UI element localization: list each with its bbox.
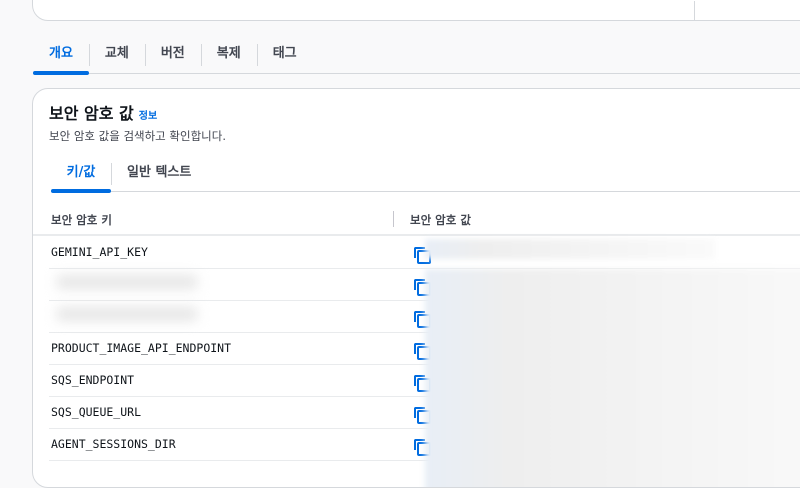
secret-value-panel: 보안 암호 값 정보 보안 암호 값을 검색하고 확인합니다. 키/값 일반 텍스… [32, 88, 800, 488]
table-header: 보안 암호 키 보안 암호 값 [33, 209, 800, 236]
tab-tags[interactable]: 태그 [256, 40, 313, 73]
redacted-values [425, 269, 800, 487]
tab-versions[interactable]: 버전 [144, 40, 201, 73]
secret-key: SQS_ENDPOINT [51, 373, 135, 387]
column-resizer[interactable] [393, 211, 394, 227]
secret-key: AGENT_SESSIONS_DIR [51, 437, 176, 451]
divider [694, 1, 695, 21]
tab-overview[interactable]: 개요 [33, 40, 89, 75]
tab-plaintext[interactable]: 일반 텍스트 [111, 159, 207, 191]
info-link[interactable]: 정보 [139, 111, 157, 122]
redacted-key [57, 275, 197, 289]
panel-description: 보안 암호 값을 검색하고 확인합니다. [49, 129, 226, 143]
redacted-value [425, 239, 715, 259]
secret-key: GEMINI_API_KEY [51, 245, 148, 259]
column-header-value: 보안 암호 값 [410, 213, 471, 227]
column-header-key: 보안 암호 키 [51, 213, 112, 227]
tab-replication[interactable]: 복제 [200, 40, 257, 73]
secret-key: SQS_QUEUE_URL [51, 405, 142, 419]
summary-card [32, 0, 800, 21]
secret-tabs: 개요 교체 버전 복제 태그 [33, 40, 800, 75]
redacted-key [57, 307, 197, 321]
tab-key-value[interactable]: 키/값 [51, 159, 111, 193]
secret-key: PRODUCT_IMAGE_API_ENDPOINT [51, 341, 232, 355]
value-view-tabs: 키/값 일반 텍스트 [51, 159, 800, 193]
panel-title-text: 보안 암호 값 [49, 104, 134, 123]
tab-rotation[interactable]: 교체 [88, 40, 145, 73]
panel-title: 보안 암호 값 정보 [49, 100, 157, 124]
